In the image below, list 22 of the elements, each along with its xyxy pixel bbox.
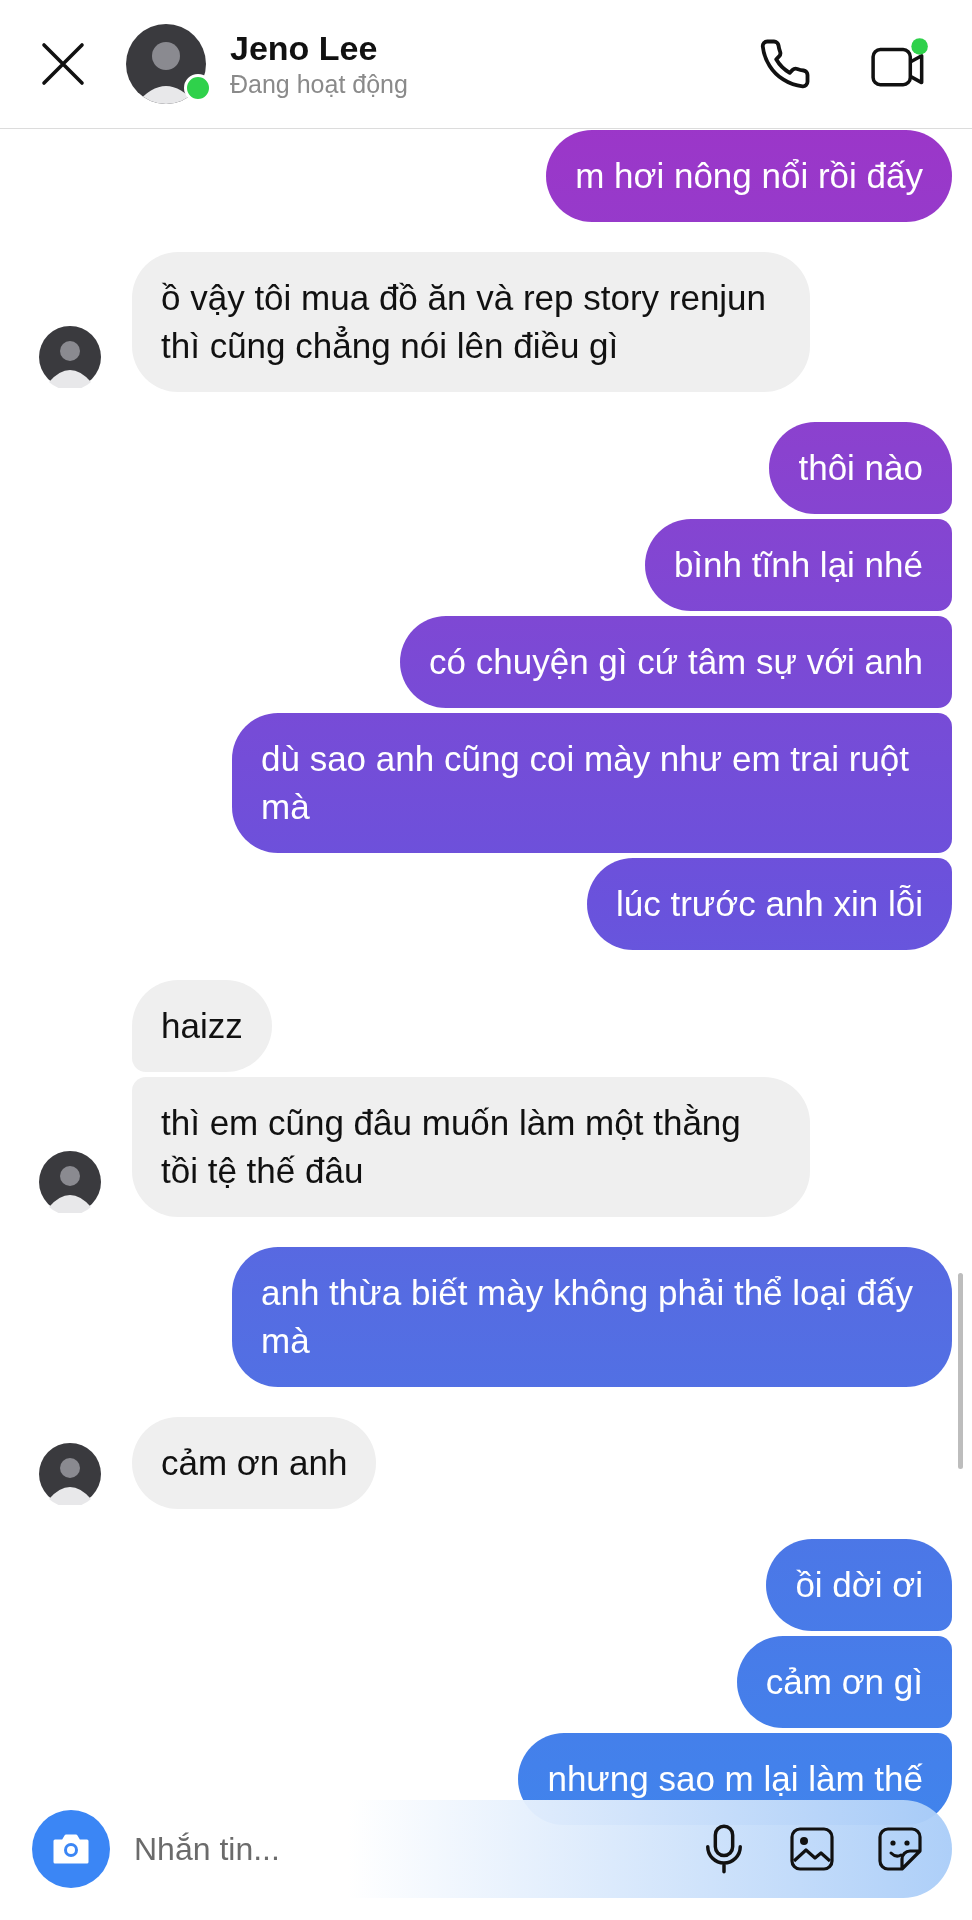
phone-icon[interactable] xyxy=(758,37,812,91)
avatar-icon[interactable] xyxy=(39,1443,101,1505)
message-bubble: m hơi nông nổi rồi đấy xyxy=(546,130,952,222)
avatar-icon[interactable] xyxy=(39,1151,101,1213)
message-bubble: ồ vậy tôi mua đồ ăn và rep story renjun thì cũng chẳng nói lên điều gì xyxy=(132,252,810,392)
contact-name[interactable]: Jeno Lee xyxy=(230,28,758,68)
close-icon[interactable] xyxy=(40,41,86,87)
message-bubble: lúc trước anh xin lỗi xyxy=(586,858,952,950)
message-bubble: có chuyện gì cứ tâm sự với anh xyxy=(400,616,952,708)
camera-icon xyxy=(51,1832,91,1866)
message-bubble: dù sao anh cũng coi mày như em trai ruột mà xyxy=(232,713,952,853)
message-bubble: haizz xyxy=(132,980,272,1072)
message-bubble: thì em cũng đâu muốn làm một thằng tồi tệ thế đâu xyxy=(132,1077,810,1217)
message-bubble: ồi dời ơi xyxy=(766,1539,952,1631)
avatar-icon[interactable] xyxy=(39,326,101,388)
message-input[interactable]: Nhắn tin... xyxy=(132,1823,660,1875)
message-bubble: bình tĩnh lại nhé xyxy=(644,519,952,611)
activity-status: Đang hoạt động xyxy=(230,69,409,100)
message-bubble: cảm ơn anh xyxy=(132,1417,377,1509)
message-bubble: thôi nào xyxy=(769,422,952,514)
message-bubble: cảm ơn gì xyxy=(736,1636,952,1728)
message-bubble: anh thừa biết mày không phải thể loại đấy mà xyxy=(232,1247,952,1387)
